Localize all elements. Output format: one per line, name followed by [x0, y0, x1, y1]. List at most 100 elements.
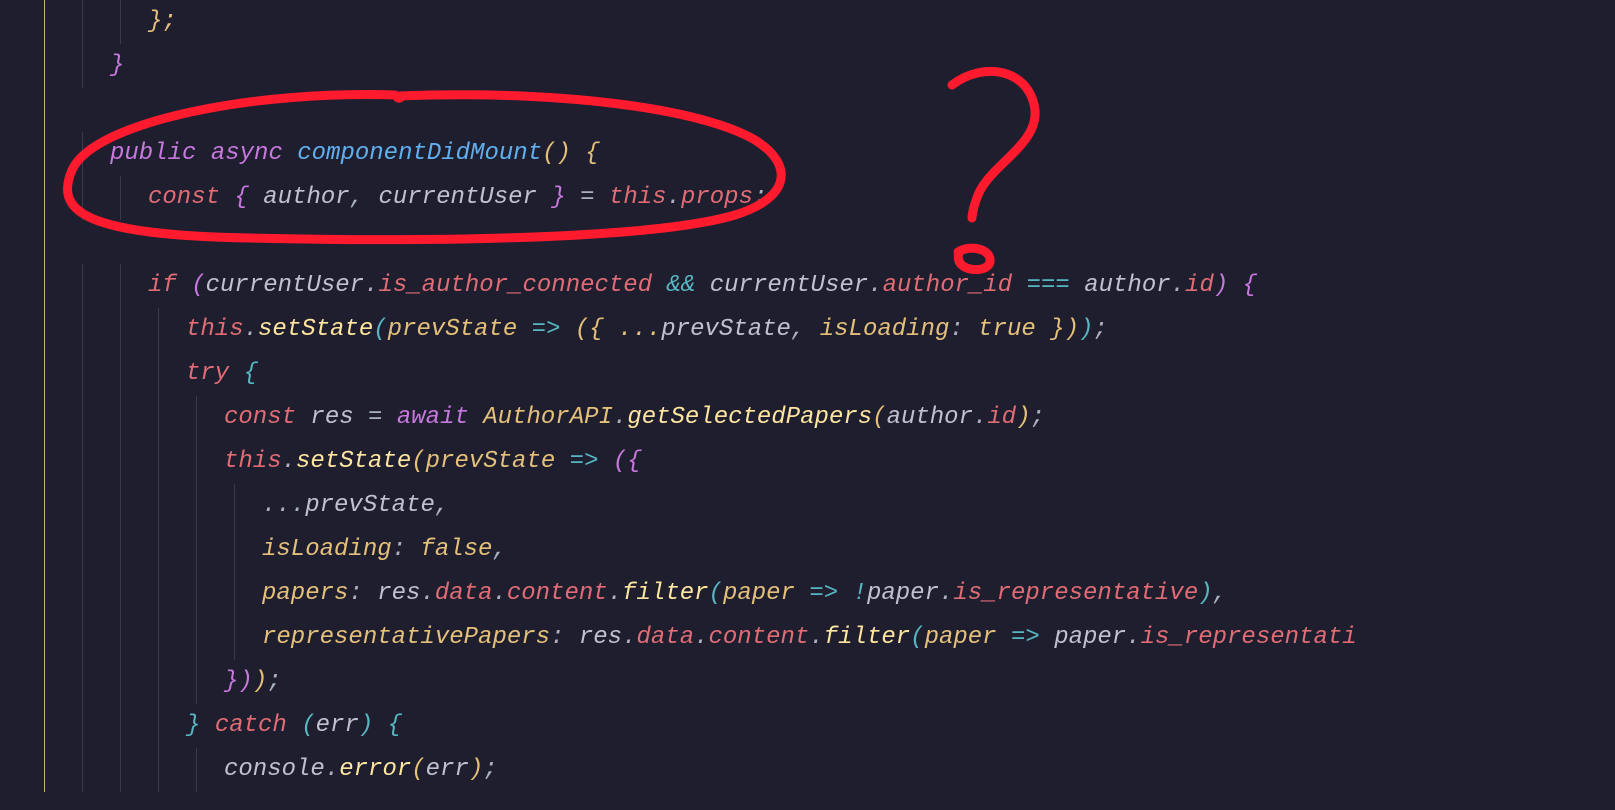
code-line[interactable]: this.setState(prevState => ({ ...prevSta…	[0, 308, 1615, 352]
code-line[interactable]: this.setState(prevState => ({	[0, 440, 1615, 484]
token-kw-await: await	[397, 404, 483, 431]
indent-guides	[0, 220, 72, 264]
code-line[interactable]: try {	[0, 352, 1615, 396]
token-prop2: id	[1185, 272, 1214, 299]
token-punct: .	[809, 624, 823, 651]
code-content[interactable]: isLoading: false,	[262, 528, 507, 572]
token-punct: .	[694, 624, 708, 651]
code-content[interactable]: this.setState(prevState => ({	[224, 440, 642, 484]
token-brace-p: (	[191, 272, 205, 299]
indent-guides	[0, 748, 224, 792]
token-param: paper	[925, 624, 997, 651]
token-var: err	[316, 712, 359, 739]
code-content[interactable]: console.error(err);	[224, 748, 498, 792]
code-line[interactable]: papers: res.data.content.filter(paper =>…	[0, 572, 1615, 616]
code-content[interactable]: }));	[224, 660, 282, 704]
token-punct: ...	[262, 492, 305, 519]
token-brace-b: (	[373, 316, 387, 343]
token-brace-y: () {	[542, 140, 600, 167]
token-var: prevState	[661, 316, 791, 343]
code-content[interactable]: }	[110, 44, 124, 88]
token-brace-p: ({	[613, 448, 642, 475]
code-line[interactable]: };	[0, 0, 1615, 44]
code-content[interactable]: };	[148, 0, 177, 44]
code-line[interactable]: if (currentUser.is_author_connected && c…	[0, 264, 1615, 308]
token-brace-p: ) {	[1214, 272, 1257, 299]
token-eq: =	[354, 404, 397, 431]
token-punct: .	[608, 580, 622, 607]
token-var: currentUser	[378, 184, 536, 211]
token-punct: :	[550, 624, 579, 651]
indent-guides	[0, 396, 224, 440]
token-punct: .	[420, 580, 434, 607]
code-line[interactable]: ...prevState,	[0, 484, 1615, 528]
code-line[interactable]: } catch (err) {	[0, 704, 1615, 748]
indent-guides	[0, 704, 186, 748]
token-kw-if: if	[148, 272, 191, 299]
indent-guides	[0, 264, 148, 308]
code-content[interactable]: public async componentDidMount() {	[110, 132, 600, 176]
code-content[interactable]: const { author, currentUser } = this.pro…	[148, 176, 767, 220]
token-param: representativePapers	[262, 624, 550, 651]
code-line[interactable]: }));	[0, 660, 1615, 704]
token-kw-this: this	[224, 448, 282, 475]
code-content[interactable]: } catch (err) {	[186, 704, 402, 748]
indent-guides	[0, 176, 148, 220]
token-brace-y: )	[1016, 404, 1030, 431]
token-kw-catch: catch	[215, 712, 301, 739]
token-brace-b: (	[301, 712, 315, 739]
token-punct: ,	[791, 316, 820, 343]
code-line[interactable]: const res = await AuthorAPI.getSelectedP…	[0, 396, 1615, 440]
token-kw-const: const	[224, 404, 310, 431]
indent-guides	[0, 132, 110, 176]
token-var: currentUser	[710, 272, 868, 299]
indent-guides	[0, 88, 72, 132]
indent-guides	[0, 528, 262, 572]
token-brace-y: };	[148, 8, 177, 35]
code-content[interactable]: const res = await AuthorAPI.getSelectedP…	[224, 396, 1045, 440]
token-var: author	[263, 184, 349, 211]
token-method: setState	[296, 448, 411, 475]
code-content[interactable]: this.setState(prevState => ({ ...prevSta…	[186, 308, 1108, 352]
token-punct: ,	[350, 184, 379, 211]
code-line[interactable]: const { author, currentUser } = this.pro…	[0, 176, 1615, 220]
code-editor[interactable]: };}public async componentDidMount() {con…	[0, 0, 1615, 792]
indent-guides	[0, 572, 262, 616]
token-op: =>	[517, 316, 575, 343]
token-brace-y: (	[411, 756, 425, 783]
token-var: author	[1084, 272, 1170, 299]
token-brace-p: }	[110, 52, 124, 79]
token-brace-b: )	[1079, 316, 1093, 343]
token-punct: .	[282, 448, 296, 475]
token-punct: .	[939, 580, 953, 607]
code-content[interactable]: ...prevState,	[262, 484, 449, 528]
token-punct: ;	[267, 668, 281, 695]
token-kw-const: const	[148, 184, 234, 211]
token-kw-public: public	[110, 140, 211, 167]
token-var: author	[887, 404, 973, 431]
token-punct: ,	[1213, 580, 1227, 607]
token-punct: :	[392, 536, 421, 563]
code-content[interactable]: if (currentUser.is_author_connected && c…	[148, 264, 1257, 308]
code-line[interactable]: isLoading: false,	[0, 528, 1615, 572]
token-brace-y: })	[1036, 316, 1079, 343]
code-content[interactable]: representativePapers: res.data.content.f…	[262, 616, 1357, 660]
code-line[interactable]: representativePapers: res.data.content.f…	[0, 616, 1615, 660]
token-method: filter	[622, 580, 708, 607]
code-content[interactable]: papers: res.data.content.filter(paper =>…	[262, 572, 1227, 616]
token-kw-this: this	[609, 184, 667, 211]
code-content[interactable]: try {	[186, 352, 258, 396]
code-line[interactable]: }	[0, 44, 1615, 88]
code-line[interactable]: console.error(err);	[0, 748, 1615, 792]
code-line[interactable]	[0, 88, 1615, 132]
token-punct: .	[868, 272, 882, 299]
token-op: !	[853, 580, 867, 607]
code-line[interactable]	[0, 220, 1615, 264]
token-prop2: props	[681, 184, 753, 211]
token-punct: .	[613, 404, 627, 431]
token-punct: :	[949, 316, 978, 343]
token-prop2: data	[435, 580, 493, 607]
code-line[interactable]: public async componentDidMount() {	[0, 132, 1615, 176]
token-brace-y: ({ ...	[575, 316, 661, 343]
token-prop2: is_author_connected	[378, 272, 652, 299]
